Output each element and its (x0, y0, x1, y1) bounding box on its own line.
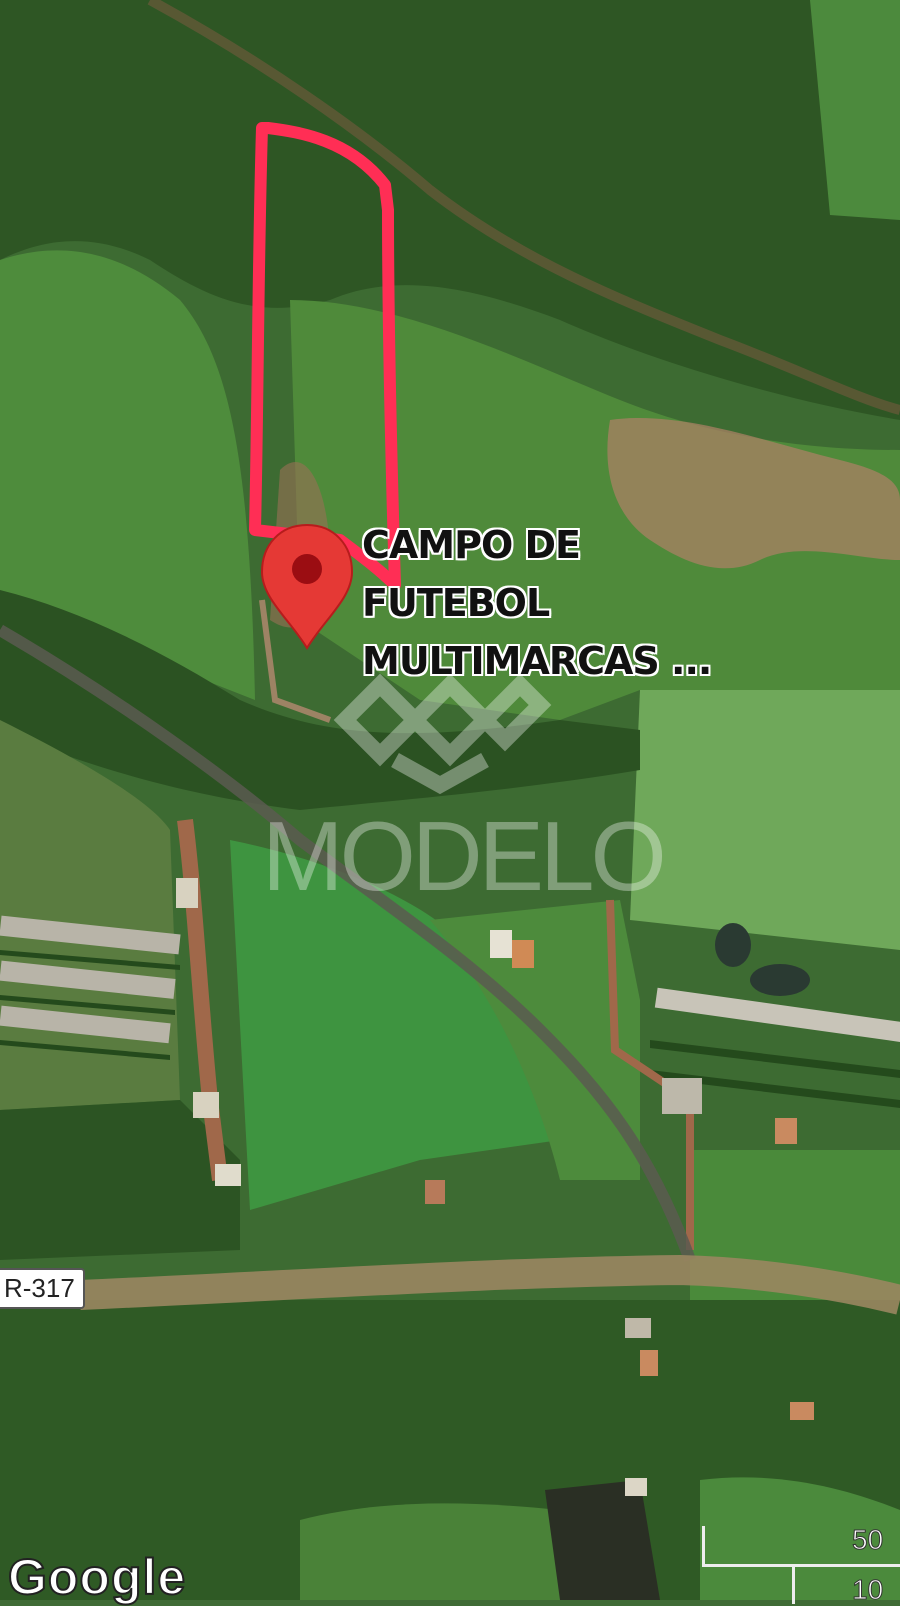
building (425, 1180, 445, 1204)
scale-bar: 50 10 (702, 1520, 900, 1606)
building (775, 1118, 797, 1144)
field-right-light (630, 690, 900, 950)
scale-label-top: 50 (851, 1524, 884, 1556)
building (512, 940, 534, 968)
building (625, 1478, 647, 1496)
pond-1 (715, 923, 751, 967)
road-shield: R-317 (0, 1268, 85, 1309)
building (176, 878, 198, 908)
building (790, 1402, 814, 1420)
google-attribution: Google (7, 1548, 187, 1606)
scale-label-bottom: 10 (851, 1574, 884, 1606)
watermark-text: MODELO (262, 801, 667, 911)
building (662, 1078, 702, 1114)
place-label[interactable]: CAMPO DE FUTEBOL MULTIMARCAS ... (362, 516, 712, 690)
building (625, 1318, 651, 1338)
field-bottom-center (300, 1503, 560, 1600)
field-bottom-dark (545, 1480, 660, 1600)
building (215, 1164, 241, 1186)
scale-tick-mid (792, 1564, 795, 1604)
forest-left-lower (0, 1100, 240, 1260)
scale-line (702, 1564, 900, 1567)
scale-tick-left (702, 1526, 705, 1566)
pond-2 (750, 964, 810, 996)
building (193, 1092, 219, 1118)
building (490, 930, 512, 958)
building (640, 1350, 658, 1376)
